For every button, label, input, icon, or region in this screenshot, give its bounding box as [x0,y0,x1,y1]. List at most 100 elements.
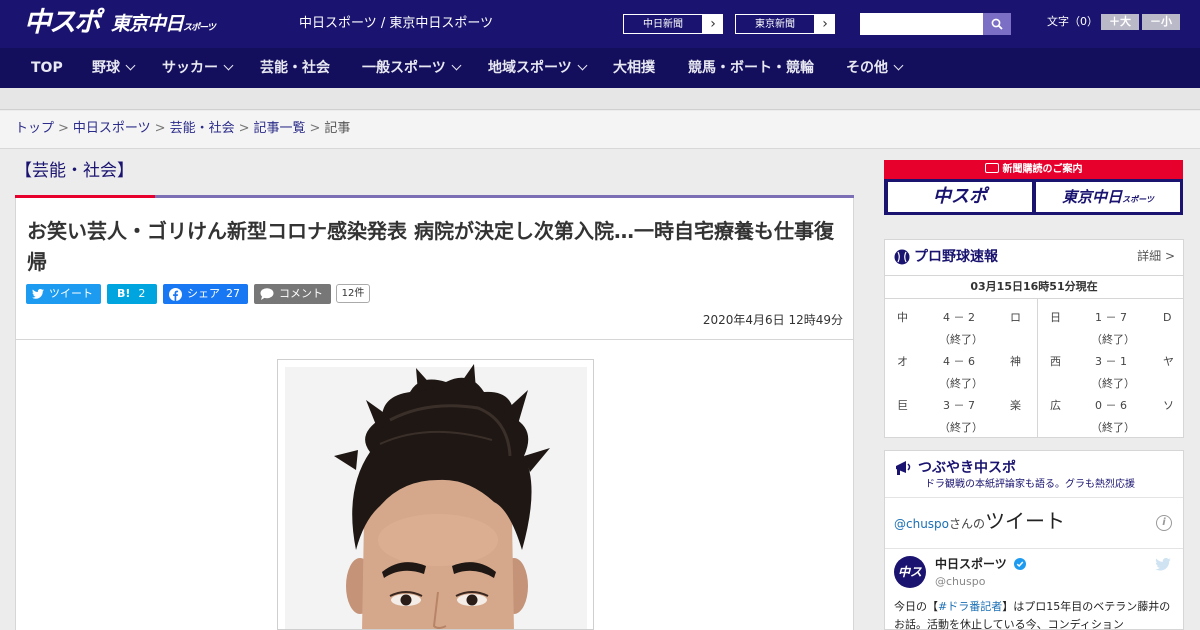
font-smaller-button[interactable]: －小 [1142,14,1180,30]
site-title[interactable]: 中日スポーツ / 東京中日スポーツ [299,14,493,34]
game-away-team: ロ [1010,311,1021,324]
top-header: 中スポ 東京中日スポーツ 中日スポーツ / 東京中日スポーツ 中日新聞 › 東京… [0,0,1200,48]
nav-item-others[interactable]: その他 [846,48,904,88]
chevron-down-icon [451,60,462,71]
game-status: （終了） [939,377,983,390]
tweet-button[interactable]: ツイート [26,284,101,304]
facebook-share-button[interactable]: シェア 27 [163,284,248,304]
baseball-detail-link[interactable]: 詳細 > [1137,246,1175,266]
nav-item-baseball[interactable]: 野球 [92,48,136,88]
twitter-account-name-text: 中日スポーツ [935,557,1007,571]
twitter-separator [885,548,1183,549]
nav-item-entertainment[interactable]: 芸能・社会 [260,48,330,88]
breadcrumb-separator: > [58,121,69,136]
nav-item-local-sports[interactable]: 地域スポーツ [488,48,588,88]
nav-item-top[interactable]: TOP [31,48,63,88]
breadcrumb-article-list[interactable]: 記事一覧 [254,121,306,136]
game-away-team: 神 [1010,355,1021,368]
tweet-text-pre: 今日の【 [894,600,938,613]
game-score[interactable]: 4 － 2 [943,310,975,326]
game-away-team: ソ [1163,399,1174,412]
chevron-right-icon: › [703,14,723,34]
chevron-down-icon [125,60,136,71]
chevron-down-icon [893,60,904,71]
game-score[interactable]: 1 － 7 [1095,310,1127,326]
game-home-team: 広 [1050,399,1061,412]
tokyo-chunichi-logo[interactable]: 東京中日スポーツ [111,10,216,42]
megaphone-icon [896,461,911,475]
game-score[interactable]: 0 － 6 [1095,398,1127,414]
nav-label: その他 [846,60,888,76]
article-photo[interactable] [277,359,594,630]
nav-item-general-sports[interactable]: 一般スポーツ [362,48,462,88]
twitter-bird-icon[interactable] [1155,558,1171,571]
chuspo-logo[interactable]: 中スポ [24,6,101,40]
nav-label: 大相撲 [613,60,655,76]
twitter-account-name[interactable]: 中日スポーツ [935,556,1026,573]
game-home-team: オ [897,355,908,368]
breadcrumb-separator: > [309,121,321,136]
nav-label: サッカー [162,60,218,76]
nav-label: 競馬・ボート・競輪 [688,60,814,76]
twitter-by-suffix: さんの [949,517,986,531]
nav-label: TOP [31,60,63,76]
breadcrumb-entertainment[interactable]: 芸能・社会 [170,121,235,136]
breadcrumb-chunichi-sports[interactable]: 中日スポーツ [73,121,151,136]
comment-count-badge[interactable]: 12件 [336,284,370,303]
verified-badge-icon [1013,558,1026,570]
search-button[interactable] [983,13,1011,35]
breadcrumb-current: 記事 [324,121,351,136]
baseball-updated-time: 03月15日16時51分現在 [885,275,1183,299]
subscription-title: 新聞購読のご案内 [884,160,1183,179]
breadcrumb-top[interactable]: トップ [15,121,54,136]
hashtag-link[interactable]: #ドラ番記者 [938,600,1002,613]
game-status: （終了） [1091,421,1135,434]
hatena-bookmark-button[interactable]: B! 2 [107,284,157,304]
font-bigger-button[interactable]: ＋大 [1101,14,1139,30]
game-home-team: 日 [1050,311,1061,324]
baseball-scores-title: プロ野球速報 [914,249,998,265]
game-score[interactable]: 3 － 1 [1095,354,1127,370]
score-divider [1037,299,1038,438]
breadcrumb: トップ > 中日スポーツ > 芸能・社会 > 記事一覧 > 記事 [15,120,350,138]
nav-item-soccer[interactable]: サッカー [162,48,234,88]
chevron-down-icon [223,60,234,71]
avatar[interactable]: 中スポ [894,556,926,611]
newspaper-icon [984,163,999,173]
twitter-panel-title: つぶやき中スポ [918,460,1016,476]
game-away-team: D [1163,311,1172,324]
nav-label: 芸能・社会 [260,60,330,76]
speech-bubble-icon [260,288,274,300]
baseball-icon [894,249,910,265]
tokyo-shinbun-link[interactable]: 東京新聞 › [734,13,836,35]
tweet-text: 今日の【#ドラ番記者】はプロ15年目のベテラン藤井のお話。活動を休止している今、… [894,598,1176,629]
twitter-account-handle[interactable]: @chuspo [935,574,985,590]
subscription-banner[interactable]: 新聞購読のご案内 中スポ 東京中日スポーツ [884,160,1183,215]
twitter-handle-link[interactable]: @chuspo [894,517,949,531]
twitter-bird-icon [32,289,44,299]
subscription-tokyo-logo-text: 東京中日 [1062,188,1123,206]
twitter-panel: つぶやき中スポ ドラ観戦の本紙評論家も語る。グラも熱烈応援 @chuspoさんの… [884,450,1184,630]
game-score[interactable]: 4 － 6 [943,354,975,370]
portrait-photo-icon [278,360,593,629]
game-home-team: 中 [897,311,908,324]
comment-button[interactable]: コメント [254,284,331,304]
facebook-count: 27 [226,287,240,300]
search-icon [991,18,1003,30]
facebook-share-label: シェア [187,287,220,300]
chunichi-shinbun-link[interactable]: 中日新聞 › [622,13,724,35]
publish-date: 2020年4月6日 12時49分 [702,313,843,327]
breadcrumb-separator: > [154,121,166,136]
nav-item-sumo[interactable]: 大相撲 [613,48,655,88]
info-icon[interactable]: i [1156,515,1172,531]
font-size-label: 文字（0） [1047,15,1098,28]
subscription-chuspo-logo[interactable]: 中スポ [888,182,1032,212]
game-score[interactable]: 3 － 7 [943,398,975,414]
comment-label: コメント [279,287,323,300]
subscription-tokyo-logo[interactable]: 東京中日スポーツ [1036,182,1180,212]
search-input[interactable] [860,13,983,35]
baseball-scores-panel: プロ野球速報 詳細 > 03月15日16時51分現在 中 4 － 2 ロ （終了… [884,239,1184,438]
twitter-tweet-word: ツイート [985,509,1066,533]
nav-item-keiba[interactable]: 競馬・ボート・競輪 [688,48,814,88]
twitter-embed: @chuspoさんのツイート i 中スポ 中日スポーツ @chuspo 今日の【… [885,497,1183,629]
